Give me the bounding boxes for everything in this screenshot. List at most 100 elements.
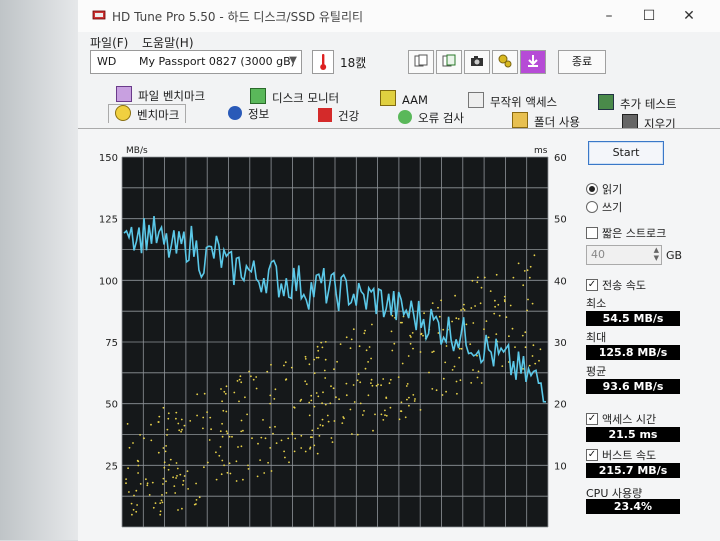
access-time-point	[133, 494, 135, 497]
access-time-point	[177, 422, 180, 425]
access-time-point	[283, 364, 285, 367]
tab-label: 파일 벤치마크	[138, 89, 206, 103]
access-time-point	[304, 355, 307, 358]
short-stroke-spinner[interactable]: 40 ▲ ▼	[586, 245, 662, 265]
access-time-point	[242, 478, 244, 481]
exit-button[interactable]: 종료	[558, 50, 606, 74]
save-button[interactable]	[520, 50, 546, 74]
tab-file-benchmark[interactable]: 파일 벤치마크	[116, 86, 205, 104]
tab-benchmark[interactable]: 벤치마크	[108, 104, 187, 123]
menu-file[interactable]: 파일(F)	[90, 34, 128, 51]
access-time-point	[356, 433, 359, 436]
access-time-point	[521, 334, 524, 337]
access-time-point	[308, 363, 311, 366]
transfer-rate-label: 전송 속도	[602, 279, 646, 292]
access-time-point	[152, 506, 155, 509]
access-time-point	[323, 369, 326, 372]
access-time-point	[132, 442, 134, 444]
short-stroke-unit: GB	[666, 249, 683, 262]
access-time-point	[339, 343, 342, 345]
access-time-point	[341, 422, 344, 424]
access-time-point	[288, 461, 290, 464]
access-time-point	[166, 428, 169, 431]
tab-random-access[interactable]: 무작위 액세스	[468, 92, 557, 110]
access-time-point	[215, 451, 217, 454]
access-time-point	[472, 369, 474, 371]
tab-label: 정보	[248, 107, 270, 121]
access-time-checkbox[interactable]: ✓	[586, 413, 598, 425]
access-time-point	[345, 382, 348, 385]
access-time-point	[389, 406, 392, 409]
access-time-point	[371, 384, 374, 387]
access-time-point	[479, 302, 482, 305]
access-time-point	[405, 385, 408, 387]
access-time-point	[128, 491, 130, 493]
maximize-button[interactable]: ☐	[634, 5, 664, 27]
tab-aam[interactable]: AAM	[380, 90, 428, 108]
access-time-point	[324, 403, 327, 406]
access-time-point	[494, 299, 496, 302]
access-time-point	[485, 320, 488, 322]
access-time-point	[345, 336, 348, 339]
read-radio[interactable]	[586, 183, 598, 195]
access-time-point	[176, 467, 179, 470]
access-time-point	[304, 450, 307, 453]
access-time-point	[367, 394, 370, 397]
y-axis-unit-right: ms	[534, 146, 548, 156]
tab-error-scan[interactable]: 오류 검사	[398, 110, 464, 128]
access-time-point	[489, 290, 492, 292]
access-time-point	[269, 402, 272, 405]
access-time-point	[451, 320, 453, 323]
access-time-point	[501, 365, 504, 367]
access-time-point	[428, 371, 430, 374]
access-time-point	[459, 379, 462, 382]
short-stroke-checkbox[interactable]	[586, 227, 598, 239]
access-time-point	[437, 306, 439, 309]
burst-rate-value: 215.7 MB/s	[586, 463, 680, 478]
access-time-point	[219, 430, 222, 433]
folder-icon	[512, 112, 528, 128]
copy-text-button[interactable]	[436, 50, 462, 74]
access-time-point	[237, 446, 239, 448]
access-time-point	[174, 492, 177, 494]
tab-info[interactable]: 정보	[228, 106, 269, 124]
transfer-rate-checkbox[interactable]: ✓	[586, 279, 598, 291]
minimize-button[interactable]: –	[594, 5, 624, 27]
copy-info-button[interactable]	[408, 50, 434, 74]
options-button[interactable]	[492, 50, 518, 74]
access-time-point	[458, 347, 461, 350]
access-time-point	[384, 409, 386, 412]
write-radio[interactable]	[586, 201, 598, 213]
y-tick-label-left: 150	[99, 153, 118, 164]
tab-disk-monitor[interactable]: 디스크 모니터	[250, 88, 339, 106]
tab-extra-tests[interactable]: 추가 테스트	[598, 94, 677, 112]
access-time-point	[333, 420, 336, 422]
burst-rate-checkbox[interactable]: ✓	[586, 449, 598, 461]
access-time-point	[349, 408, 352, 411]
access-time-point	[408, 396, 410, 399]
access-time-point	[225, 410, 228, 413]
access-time-point	[509, 304, 512, 307]
screenshot-button[interactable]	[464, 50, 490, 74]
close-button[interactable]: ✕	[674, 5, 704, 27]
tab-health[interactable]: 건강	[318, 108, 359, 126]
start-button[interactable]: Start	[588, 141, 664, 165]
access-time-point	[196, 393, 199, 396]
menu-help[interactable]: 도움말(H)	[142, 34, 194, 51]
access-time-point	[290, 366, 293, 369]
access-time-point	[167, 417, 170, 420]
access-time-point	[315, 392, 318, 394]
access-time-point	[181, 428, 183, 431]
access-time-point	[364, 329, 366, 332]
access-time-point	[219, 446, 222, 448]
access-time-point	[388, 382, 391, 385]
access-time-point	[363, 332, 366, 335]
spinner-arrows-icon[interactable]: ▲ ▼	[654, 246, 659, 262]
access-time-point	[157, 421, 160, 423]
drive-select[interactable]: WD My Passport 0827 (3000 gB) ▼	[90, 50, 302, 74]
access-time-point	[284, 456, 286, 459]
access-time-point	[368, 346, 371, 348]
short-stroke-value: 40	[591, 248, 605, 261]
access-time-point	[238, 400, 240, 403]
access-time-point	[203, 392, 206, 395]
